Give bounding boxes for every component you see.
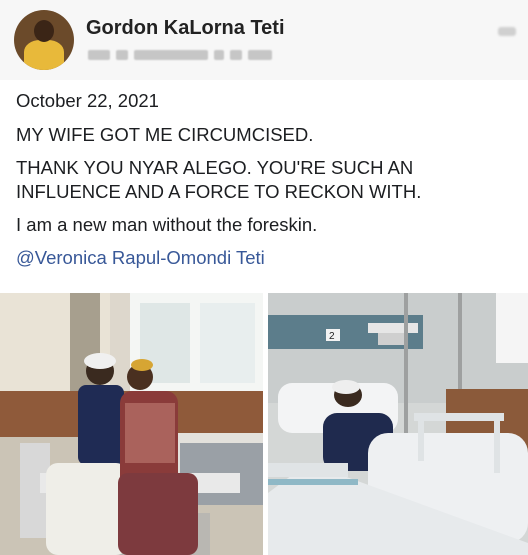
avatar-face [34, 20, 54, 42]
photo-couple-image [0, 293, 263, 555]
author-name[interactable]: Gordon KaLorna Teti [86, 17, 285, 40]
bed-number-label: 2 [329, 331, 335, 342]
photo-hospital-bed[interactable]: 2 [268, 293, 528, 555]
post-line-1: MY WIFE GOT ME CIRCUMCISED. [16, 124, 314, 145]
post-header: Gordon KaLorna Teti [0, 0, 528, 80]
post-line-2a: THANK YOU NYAR ALEGO. YOU'RE SUCH AN [16, 157, 414, 178]
post-date: October 22, 2021 [16, 90, 159, 111]
more-options-button[interactable] [488, 24, 516, 38]
post-line-2b: INFLUENCE AND A FORCE TO RECKON WITH. [16, 181, 422, 202]
post-meta-blurred [88, 50, 272, 60]
post-body: October 22, 2021 MY WIFE GOT ME CIRCUMCI… [16, 89, 516, 279]
mention-link[interactable]: @Veronica Rapul-Omondi Teti [16, 246, 516, 270]
photo-couple[interactable] [0, 293, 263, 555]
photo-hospital-bed-image: 2 [268, 293, 528, 555]
post-line-3: I am a new man without the foreskin. [16, 214, 318, 235]
avatar[interactable] [14, 10, 74, 70]
avatar-shirt [24, 40, 64, 70]
more-options-icon [498, 26, 516, 36]
